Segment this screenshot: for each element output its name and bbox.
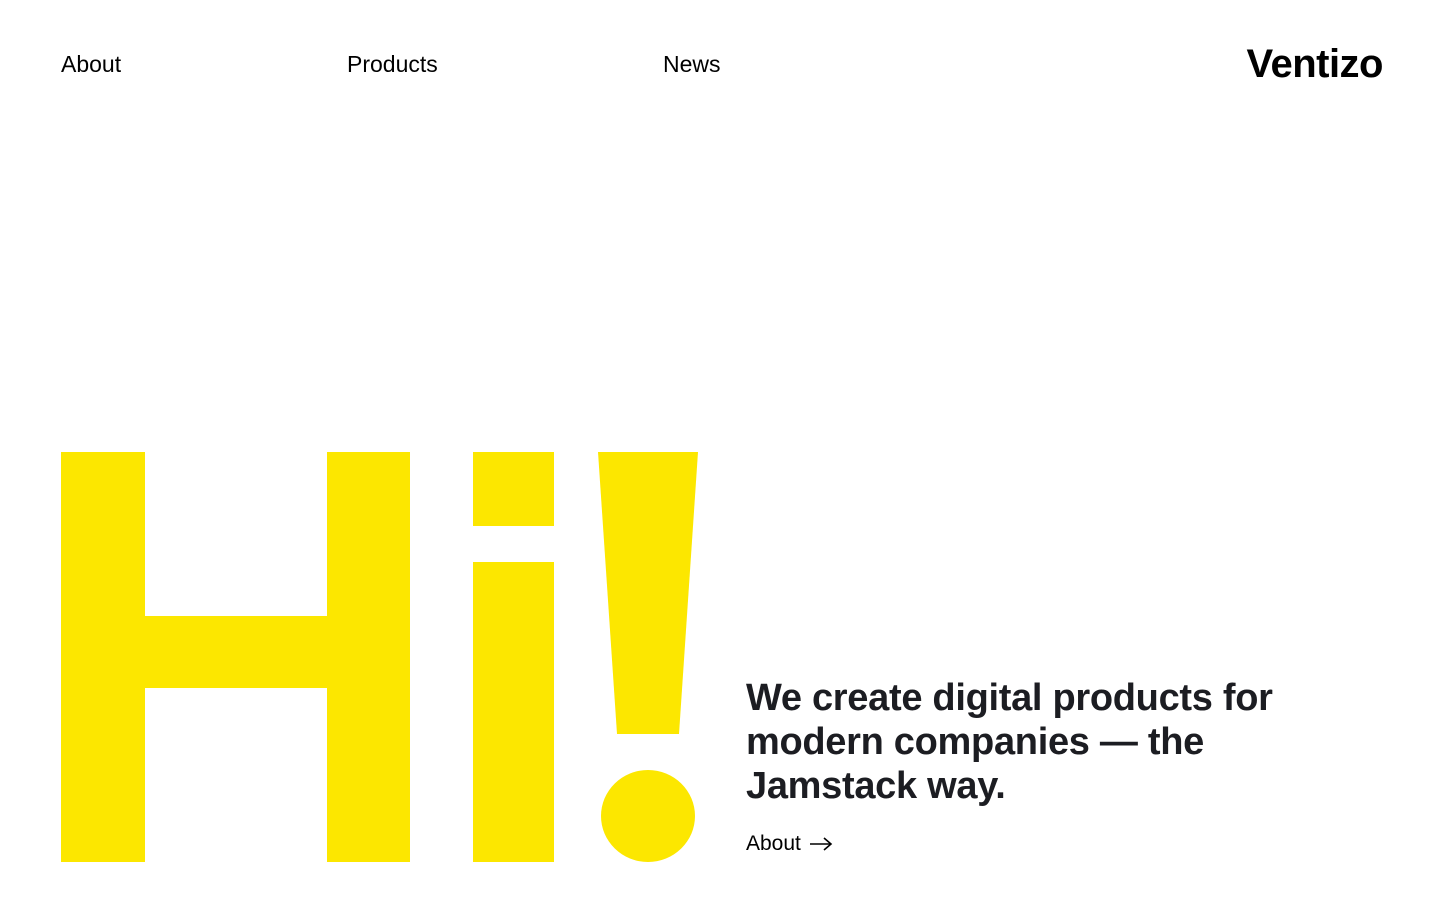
about-cta-label: About <box>746 832 801 855</box>
page: About Products News Ventizo We create di… <box>0 0 1440 900</box>
hi-letterforms <box>61 452 698 862</box>
arrow-right-icon <box>809 837 833 851</box>
about-cta-link[interactable]: About <box>746 831 833 857</box>
hero-tagline: We create digital products for modern co… <box>746 677 1273 807</box>
